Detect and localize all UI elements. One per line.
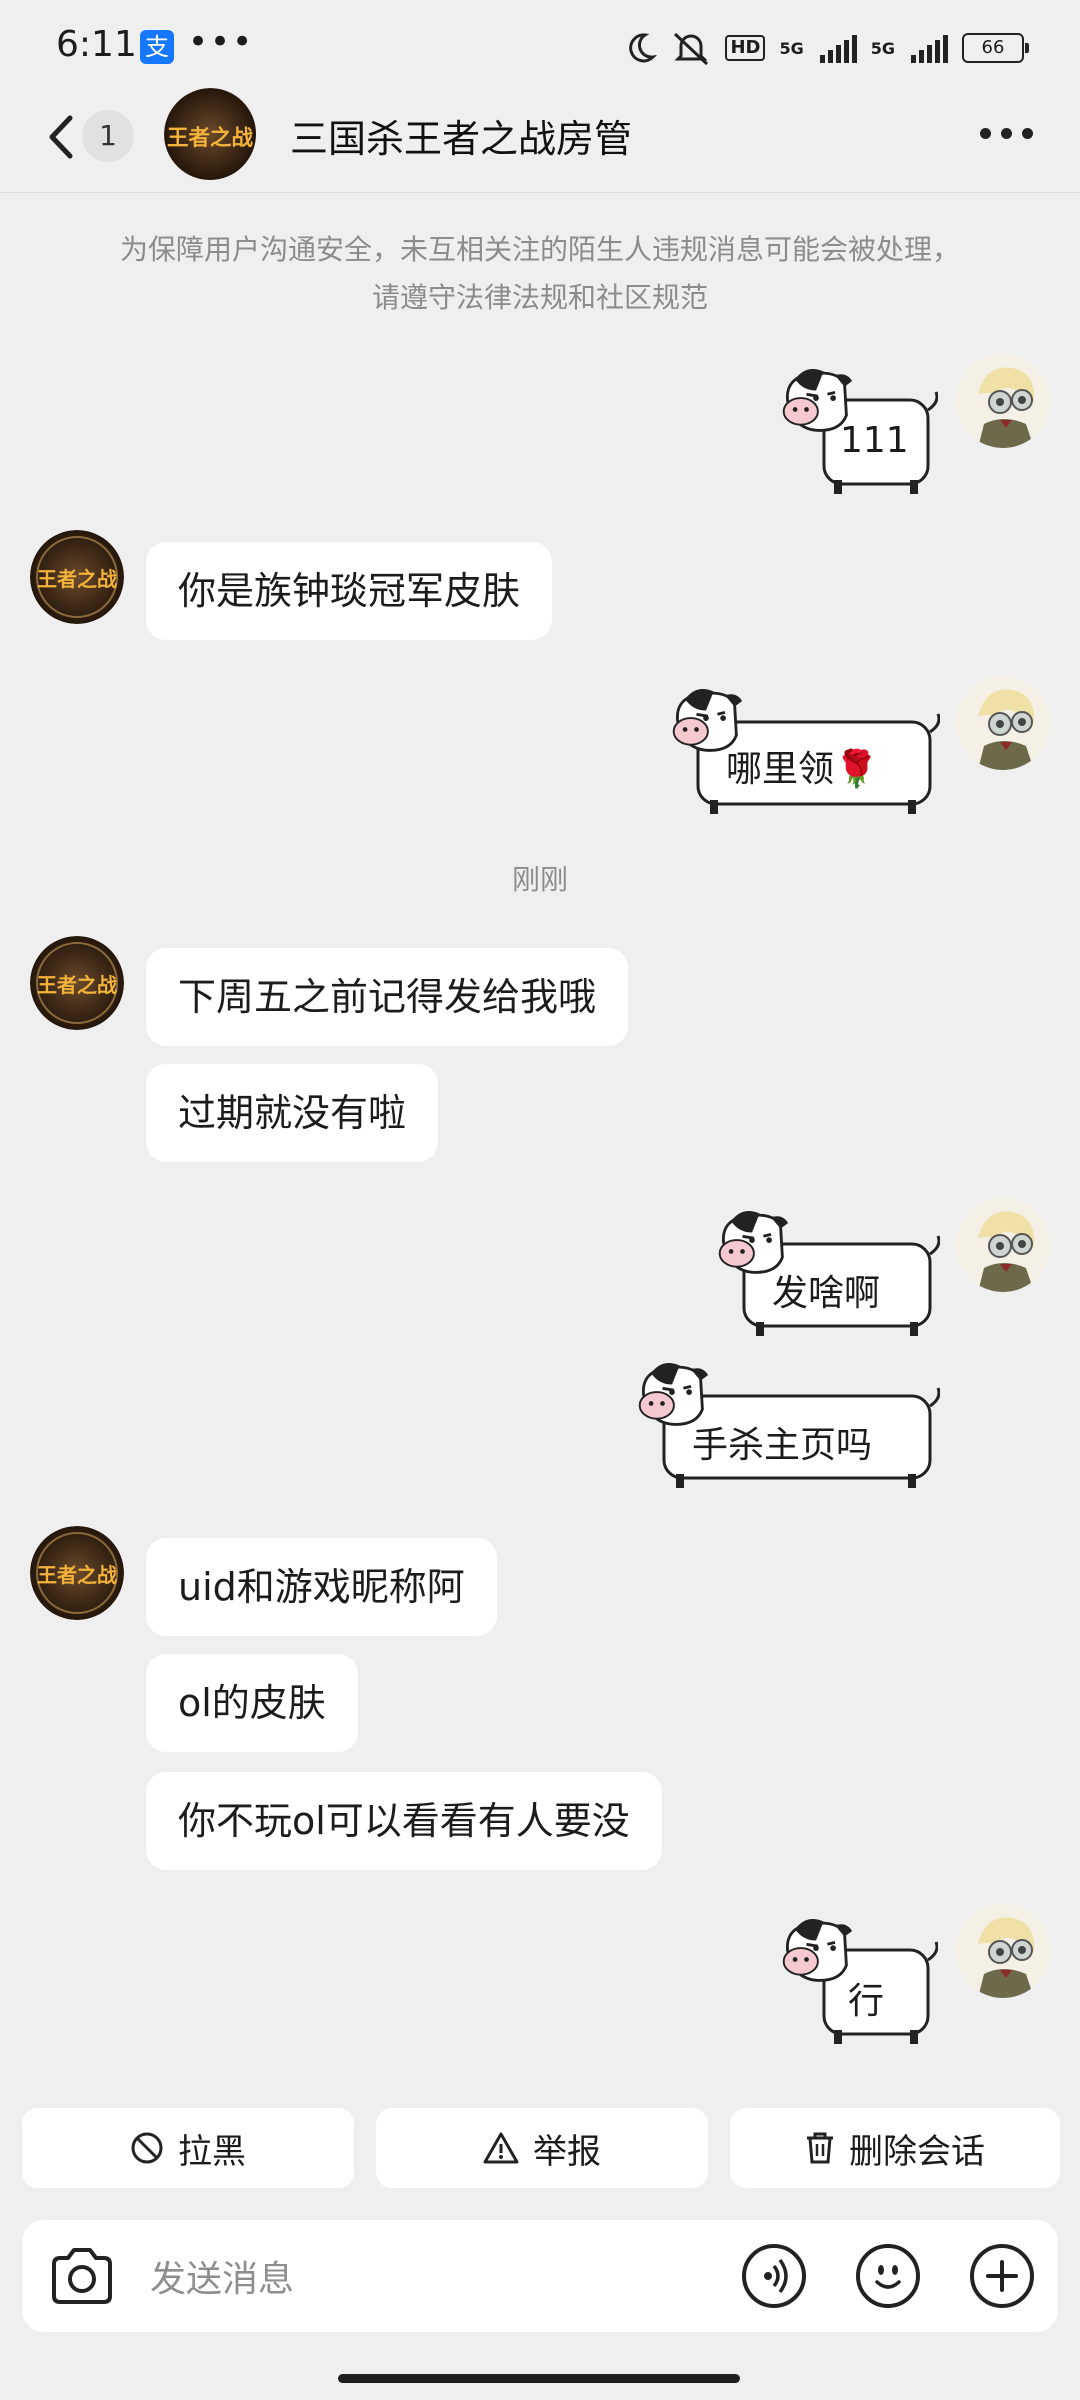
- delete-conversation-button[interactable]: 删除会话: [730, 2108, 1060, 2188]
- message-text: 哪里领🌹: [726, 749, 879, 790]
- message-outgoing[interactable]: 111: [778, 362, 938, 496]
- trash-icon: [807, 2132, 833, 2164]
- message-text: 手杀主页吗: [692, 1425, 873, 1466]
- message-input[interactable]: 发送消息: [150, 2250, 294, 2302]
- message-text: 发啥啊: [772, 1273, 881, 1314]
- emoji-button[interactable]: [856, 2244, 920, 2308]
- chat-title: 三国杀王者之战房管: [290, 117, 633, 161]
- message-text: 111: [840, 420, 909, 461]
- clock: 6:11: [56, 24, 137, 65]
- dot-icon: [1022, 127, 1033, 139]
- moon-icon: [629, 33, 658, 63]
- status-icons: HD 5G 5G 66: [623, 26, 1029, 70]
- safety-notice: 为保障用户沟通安全，未互相关注的陌生人违规消息可能会被处理，请遵守法律法规和社区…: [120, 233, 961, 314]
- network-type-2: 5G: [870, 38, 895, 58]
- dot-icon: [1001, 127, 1012, 139]
- warning-icon: [483, 2132, 519, 2164]
- my-avatar[interactable]: [956, 354, 1050, 448]
- back-arrow-icon[interactable]: [44, 110, 80, 164]
- contact-avatar[interactable]: 王者之战: [30, 530, 124, 624]
- camera-icon[interactable]: [48, 2246, 116, 2306]
- more-options-button[interactable]: [980, 118, 1040, 148]
- contact-avatar[interactable]: 王者之战: [30, 1526, 124, 1620]
- contact-avatar[interactable]: 王者之战: [164, 88, 258, 182]
- battery-icon: 66: [962, 33, 1029, 63]
- voice-icon: [764, 2258, 788, 2294]
- signal-icon-2: [911, 33, 948, 63]
- plus-button[interactable]: [970, 2244, 1034, 2308]
- message-outgoing[interactable]: 手杀主页吗: [634, 1356, 940, 1490]
- delete-label: 删除会话: [849, 2131, 985, 2172]
- dot-icon: [980, 127, 991, 139]
- message-outgoing[interactable]: 哪里领🌹: [668, 682, 940, 816]
- message-outgoing[interactable]: 行: [778, 1912, 938, 2046]
- my-avatar[interactable]: [956, 676, 1050, 770]
- message-incoming[interactable]: ol的皮肤: [146, 1654, 358, 1752]
- svg-text:王者之战: 王者之战: [37, 1563, 117, 1587]
- signal-icon-1: [819, 33, 857, 63]
- message-incoming[interactable]: 下周五之前记得发给我哦: [146, 948, 629, 1046]
- home-indicator[interactable]: [338, 2374, 740, 2383]
- my-avatar[interactable]: [956, 1904, 1050, 1998]
- message-outgoing[interactable]: 发啥啊: [714, 1204, 940, 1338]
- contact-avatar[interactable]: 王者之战: [30, 936, 124, 1030]
- plus-icon: [986, 2260, 1018, 2292]
- block-icon: [131, 2132, 163, 2164]
- alipay-notification-icon: 支: [140, 30, 174, 64]
- block-button[interactable]: 拉黑: [22, 2108, 354, 2188]
- network-type-1: 5G: [779, 38, 804, 58]
- report-label: 举报: [533, 2131, 601, 2172]
- more-notifications-icon: •••: [188, 22, 255, 62]
- svg-text:王者之战: 王者之战: [37, 973, 117, 997]
- message-text: 行: [848, 1981, 885, 2022]
- timestamp-divider: 刚刚: [511, 863, 568, 896]
- mute-icon: [674, 32, 709, 66]
- emoji-icon: [875, 2265, 901, 2289]
- my-avatar[interactable]: [956, 1198, 1050, 1292]
- voice-button[interactable]: [742, 2244, 806, 2308]
- unread-count-badge[interactable]: 1: [82, 110, 134, 162]
- block-label: 拉黑: [178, 2131, 246, 2172]
- message-incoming[interactable]: 你不玩ol可以看看有人要没: [146, 1772, 662, 1870]
- svg-text:王者之战: 王者之战: [167, 125, 254, 151]
- message-incoming[interactable]: uid和游戏昵称阿: [146, 1538, 497, 1636]
- report-button[interactable]: 举报: [376, 2108, 708, 2188]
- hd-voice-icon: HD: [725, 35, 766, 61]
- message-incoming[interactable]: 你是族钟琰冠军皮肤: [146, 542, 553, 640]
- svg-text:王者之战: 王者之战: [37, 567, 117, 591]
- message-incoming[interactable]: 过期就没有啦: [146, 1064, 439, 1162]
